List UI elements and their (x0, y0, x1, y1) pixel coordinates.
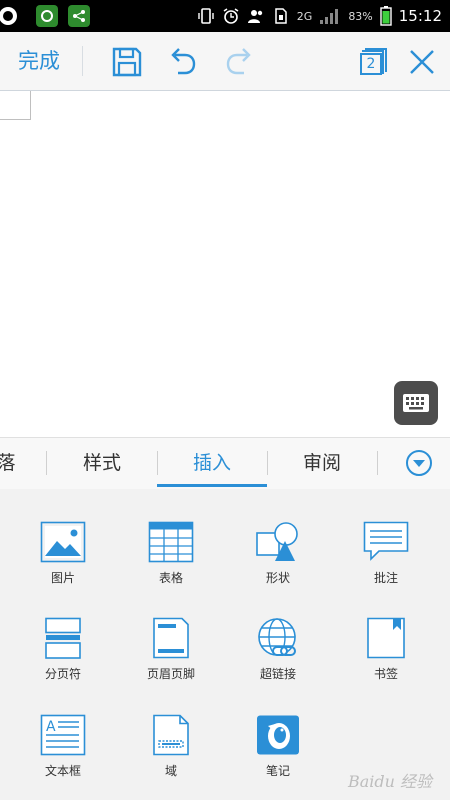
insert-table-button[interactable]: 表格 (121, 521, 221, 601)
vibrate-icon (198, 8, 214, 24)
contacts-icon (247, 10, 262, 23)
signal-icon (320, 9, 339, 24)
active-tab-indicator (157, 484, 267, 487)
clock: 15:12 (398, 7, 442, 25)
battery-percent: 83% (348, 9, 373, 23)
document-canvas[interactable] (0, 91, 450, 437)
keyboard-icon (403, 394, 429, 412)
page-margin-marker (0, 91, 31, 120)
redo-button[interactable] (222, 44, 258, 80)
text-box-icon: A (40, 714, 86, 756)
watermark: Baidu 经验 (347, 772, 432, 791)
insert-hyperlink-button[interactable]: 超链接 (228, 617, 328, 697)
insert-panel: 图片 表格 形状 批注 分页符 页眉页脚 超链接 书签 A 文本框 域 笔记 B… (0, 489, 450, 800)
item-label: 书签 (373, 667, 398, 681)
tab-paragraph[interactable]: 落 (0, 438, 24, 487)
insert-note-button[interactable]: 笔记 (228, 714, 328, 794)
tab-style[interactable]: 样式 (47, 438, 157, 487)
save-icon (112, 47, 142, 77)
status-bar: 2G 83% 15:12 (0, 0, 450, 32)
undo-icon (171, 48, 196, 75)
battery-icon (380, 6, 392, 26)
item-label: 分页符 (44, 667, 81, 681)
tab-review[interactable]: 审阅 (267, 438, 377, 487)
field-icon (153, 714, 189, 756)
close-button[interactable] (404, 44, 440, 80)
hyperlink-icon (258, 618, 296, 656)
insert-header-footer-button[interactable]: 页眉页脚 (121, 617, 221, 697)
notification-share-icon (68, 5, 90, 27)
save-button[interactable] (109, 44, 145, 80)
item-label: 批注 (373, 571, 398, 585)
item-label: 域 (164, 764, 177, 778)
done-button[interactable]: 完成 (18, 46, 60, 76)
page-count: 2 (360, 53, 382, 75)
insert-picture-button[interactable]: 图片 (13, 521, 113, 601)
sim-icon (275, 8, 287, 24)
table-icon (148, 521, 194, 563)
show-keyboard-button[interactable] (394, 381, 438, 425)
item-label: 页眉页脚 (146, 667, 195, 681)
page-count-button[interactable]: 2 (356, 45, 390, 79)
insert-comment-button[interactable]: 批注 (336, 521, 436, 601)
comment-icon (363, 521, 409, 561)
insert-text-box-button[interactable]: A 文本框 (13, 714, 113, 794)
item-label: 表格 (158, 571, 183, 585)
picture-icon (40, 521, 86, 563)
ribbon-tabs: 落 样式 插入 审阅 (0, 437, 450, 490)
close-icon (410, 50, 434, 74)
insert-page-break-button[interactable]: 分页符 (13, 617, 113, 697)
item-label: 超链接 (259, 667, 296, 681)
notification-app-icon (0, 7, 17, 25)
item-label: 笔记 (265, 764, 290, 778)
note-icon (257, 715, 299, 755)
notification-green-icon (36, 5, 58, 27)
more-tabs-button[interactable] (405, 449, 433, 477)
toolbar-divider (82, 46, 83, 76)
tab-insert[interactable]: 插入 (157, 438, 267, 487)
alarm-icon (223, 8, 239, 24)
item-label: 文本框 (44, 764, 81, 778)
svg-text:A: A (46, 719, 56, 735)
redo-icon (226, 48, 251, 75)
item-label: 图片 (50, 571, 75, 585)
insert-shape-button[interactable]: 形状 (228, 521, 328, 601)
undo-button[interactable] (164, 44, 200, 80)
shape-icon (256, 522, 298, 561)
header-footer-icon (153, 617, 189, 659)
item-label: 形状 (265, 571, 290, 585)
bookmark-icon (367, 617, 405, 659)
page-break-icon (45, 617, 81, 659)
insert-bookmark-button[interactable]: 书签 (336, 617, 436, 697)
editor-toolbar: 完成 2 (0, 32, 450, 91)
chevron-down-circle-icon (406, 450, 432, 476)
tab-separator (377, 451, 378, 475)
network-type: 2G (296, 9, 313, 23)
insert-field-button[interactable]: 域 (121, 714, 221, 794)
